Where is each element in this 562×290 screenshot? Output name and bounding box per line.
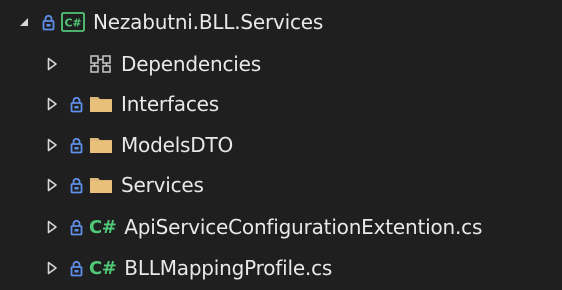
tree-item-label: BLLMappingProfile.cs xyxy=(124,256,333,280)
tree-node-services[interactable]: Services xyxy=(0,167,562,203)
tree-node-modelsdto[interactable]: ModelsDTO xyxy=(0,127,562,163)
lock-icon xyxy=(67,257,85,279)
folder-icon xyxy=(89,92,113,116)
tree-node-dependencies[interactable]: Dependencies xyxy=(0,46,562,82)
tree-node-project[interactable]: C# Nezabutni.BLL.Services xyxy=(0,4,562,40)
csharp-badge: C# xyxy=(89,216,117,238)
chevron-collapsed-icon[interactable] xyxy=(40,52,64,76)
tree-node-file-apiserviceconfiguration[interactable]: C# ApiServiceConfigurationExtention.cs xyxy=(0,209,562,245)
lock-icon xyxy=(67,134,85,156)
lock-icon xyxy=(39,11,57,33)
chevron-collapsed-icon[interactable] xyxy=(40,215,64,239)
tree-item-label: Interfaces xyxy=(121,92,219,116)
csharp-badge: C# xyxy=(89,257,117,279)
tree-node-interfaces[interactable]: Interfaces xyxy=(0,86,562,122)
lock-icon xyxy=(67,174,85,196)
chevron-collapsed-icon[interactable] xyxy=(40,92,64,116)
csharp-file-icon: C# xyxy=(89,256,117,280)
project-label: Nezabutni.BLL.Services xyxy=(93,10,324,34)
csharp-project-icon: C# xyxy=(61,10,85,34)
lock-icon xyxy=(67,216,85,238)
tree-item-label: Dependencies xyxy=(121,52,261,76)
folder-icon xyxy=(89,173,113,197)
lock-icon xyxy=(67,93,85,115)
chevron-collapsed-icon[interactable] xyxy=(40,173,64,197)
chevron-expanded-icon[interactable] xyxy=(12,10,36,34)
svg-text:C#: C# xyxy=(65,17,82,30)
csharp-file-icon: C# xyxy=(89,215,117,239)
tree-node-file-bllmappingprofile[interactable]: C# BLLMappingProfile.cs xyxy=(0,250,562,286)
folder-icon xyxy=(89,133,113,157)
chevron-collapsed-icon[interactable] xyxy=(40,133,64,157)
tree-item-label: ModelsDTO xyxy=(121,133,234,157)
tree-item-label: ApiServiceConfigurationExtention.cs xyxy=(124,215,483,239)
chevron-collapsed-icon[interactable] xyxy=(40,256,64,280)
solution-explorer-tree: C# Nezabutni.BLL.Services Dependencies I… xyxy=(0,0,562,290)
dependencies-icon xyxy=(89,52,113,76)
tree-item-label: Services xyxy=(121,173,204,197)
